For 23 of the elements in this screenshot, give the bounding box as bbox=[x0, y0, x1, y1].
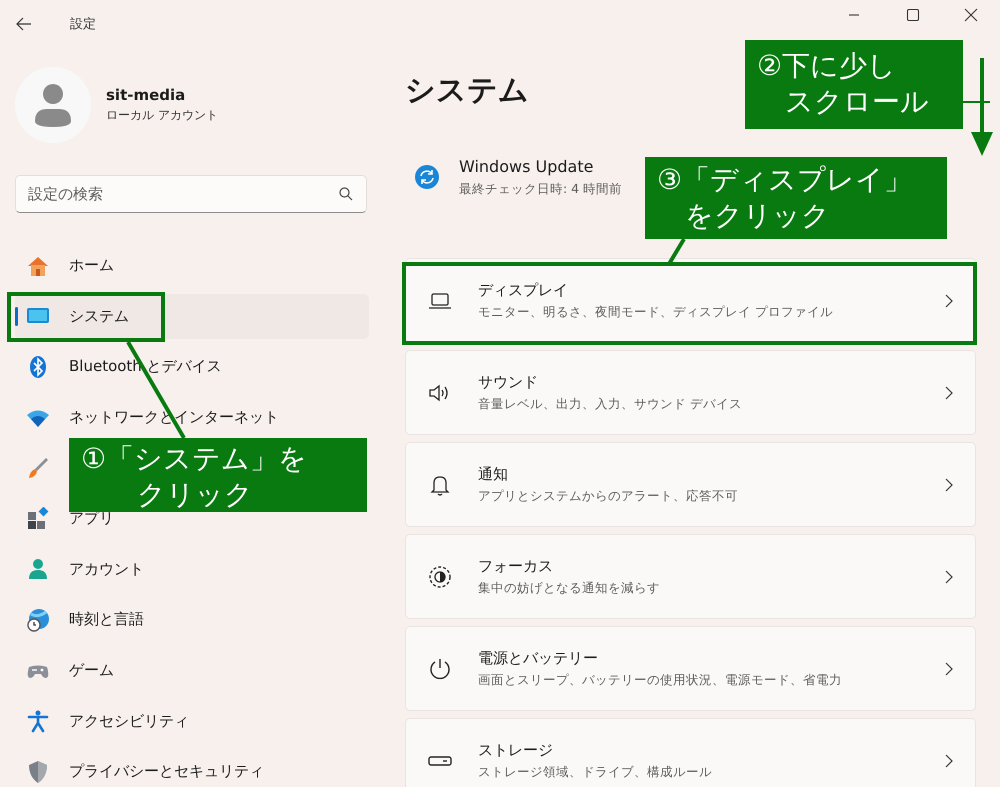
card-title: サウンド bbox=[478, 372, 539, 392]
card-description: アプリとシステムからのアラート、応答不可 bbox=[478, 488, 739, 504]
card-title: 電源とバッテリー bbox=[478, 648, 599, 668]
card-description: 集中の妨げとなる通知を減らす bbox=[478, 580, 661, 596]
card-description: 画面とスリープ、バッテリーの使用状況、電源モード、省電力 bbox=[478, 672, 843, 688]
tooltip-text: ③「ディスプレイ」 bbox=[657, 162, 912, 198]
user-name: sit-media bbox=[106, 86, 186, 104]
card-title: 通知 bbox=[478, 464, 509, 484]
card-description: モニター、明るさ、夜間モード、ディスプレイ プロファイル bbox=[478, 304, 834, 320]
card-description: 音量レベル、出力、入力、サウンド デバイス bbox=[478, 396, 743, 412]
page-title: システム bbox=[405, 72, 529, 110]
tooltip-text: スクロール bbox=[785, 84, 929, 120]
window-title: 設定 bbox=[70, 16, 96, 33]
card-title: ストレージ bbox=[478, 740, 554, 760]
account-type: ローカル アカウント bbox=[106, 107, 218, 124]
card-title: ディスプレイ bbox=[478, 280, 569, 300]
tooltip-text: ②下に少し bbox=[757, 48, 896, 84]
card-title: フォーカス bbox=[478, 556, 554, 576]
tooltip-text: ①「システム」を bbox=[81, 441, 308, 477]
update-status: 最終チェック日時: 4 時間前 bbox=[459, 180, 622, 198]
tooltip-text: クリック bbox=[137, 477, 253, 513]
card-description: ストレージ領域、ドライブ、構成ルール bbox=[478, 764, 713, 780]
tooltip-text: をクリック bbox=[685, 198, 830, 234]
